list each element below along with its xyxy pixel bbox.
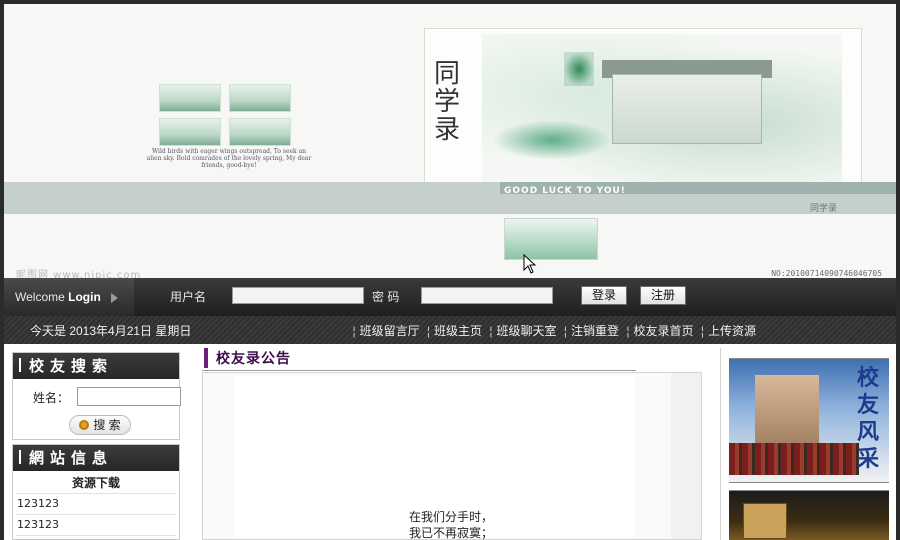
banner-stamp: 同学录: [810, 204, 838, 214]
site-info-title: 網站信息: [13, 445, 179, 471]
password-label: 密 码: [372, 290, 400, 304]
search-button-label: 搜 索: [93, 418, 121, 432]
announcement-line: 我已不再寂寞；: [409, 526, 494, 540]
alumni-search-title: 校友搜索: [13, 353, 179, 379]
photo-crowd: [729, 443, 859, 475]
search-button[interactable]: 搜 索: [69, 415, 131, 435]
alumni-photo[interactable]: 校友风采: [729, 358, 889, 483]
illustration-house: [612, 74, 762, 144]
arrow-right-icon: [111, 292, 119, 303]
banner-small-picture: [504, 218, 598, 260]
username-input[interactable]: [232, 287, 364, 304]
watermark-text: 昵图网 www.nipic.com: [16, 270, 142, 278]
welcome-login: Login: [68, 290, 101, 304]
thumbnail-image: [229, 118, 291, 146]
nav-link-alumni-home[interactable]: 校友录首页: [634, 324, 694, 338]
good-luck-text: GOOD LUCK TO YOU!: [504, 186, 626, 196]
illustration-seal: [564, 52, 594, 86]
promo-card: [743, 503, 787, 539]
welcome-prefix: Welcome: [15, 290, 65, 304]
announcement-title: 校友录公告: [204, 348, 291, 368]
announcement-box: 在我们分手时， 我已不再寂寞；: [202, 372, 702, 540]
date-text: 今天是 2013年4月21日 星期日: [30, 324, 192, 338]
thumbnail-image: [159, 84, 221, 112]
password-input[interactable]: [421, 287, 553, 304]
banner-illustration: [482, 34, 842, 182]
announcement-section: 校友录公告 在我们分手时， 我已不再寂寞；: [202, 348, 702, 540]
illustration-foliage: [492, 120, 612, 160]
nav-links: ¦ 班级留言厅 ¦ 班级主页 ¦ 班级聊天室 ¦ 注销重登 ¦ 校友录首页 ¦ 上传资源: [352, 324, 756, 338]
promo-photo[interactable]: [729, 490, 889, 540]
header-banner: Wild birds with eager wings outspread, T…: [0, 0, 900, 278]
nav-link-class-home[interactable]: 班级主页: [434, 324, 482, 338]
username-label: 用户名: [170, 290, 207, 304]
thumbnail-group: [159, 84, 294, 146]
thumbnail-image: [229, 84, 291, 112]
photo-caption: 校友风采: [856, 365, 879, 472]
announcement-line: 在我们分手时，: [409, 510, 494, 524]
register-button[interactable]: 注册: [640, 286, 686, 305]
login-bar: Welcome Login 用户名 密 码 登录 注册: [0, 278, 900, 316]
login-button[interactable]: 登录: [581, 286, 627, 305]
left-sidebar: 校友搜索 姓名： 搜 索 網站信息 资源下载 123123 123123: [8, 348, 182, 540]
content-area: 校友搜索 姓名： 搜 索 網站信息 资源下载 123123 123123 校友录…: [0, 344, 900, 540]
nav-link-message-hall[interactable]: 班级留言厅: [360, 324, 420, 338]
nav-link-upload[interactable]: 上传资源: [708, 324, 756, 338]
download-link[interactable]: 123123: [16, 514, 176, 536]
serial-number: NO:20100714090746046705: [771, 269, 882, 278]
nav-link-chat-room[interactable]: 班级聊天室: [497, 324, 557, 338]
welcome-label: Welcome Login: [4, 278, 134, 316]
divider: [202, 370, 636, 371]
downloads-header: 资源下载: [16, 473, 176, 494]
banner-poem: Wild birds with eager wings outspread, T…: [146, 148, 312, 169]
alumni-search-panel: 校友搜索 姓名： 搜 索: [12, 352, 181, 440]
thumbnail-image: [159, 118, 221, 146]
downloads-table: 资源下载 123123 123123: [16, 473, 176, 536]
download-link[interactable]: 123123: [16, 493, 176, 515]
site-info-panel: 網站信息 资源下载 123123 123123: [12, 444, 180, 540]
announcement-scrollbar[interactable]: [671, 373, 701, 539]
name-search-input[interactable]: [77, 387, 181, 406]
banner-title: 同学录: [434, 59, 463, 145]
announcement-text: 在我们分手时， 我已不再寂寞；: [409, 509, 493, 540]
right-sidebar: 校友风采: [720, 348, 896, 540]
mouse-cursor-icon: [523, 254, 537, 274]
name-label: 姓名：: [33, 391, 70, 405]
nav-link-logout[interactable]: 注销重登: [571, 324, 619, 338]
search-dot-icon: [79, 420, 90, 430]
nav-bar: 今天是 2013年4月21日 星期日 ¦ 班级留言厅 ¦ 班级主页 ¦ 班级聊天室 ¦…: [0, 316, 900, 344]
